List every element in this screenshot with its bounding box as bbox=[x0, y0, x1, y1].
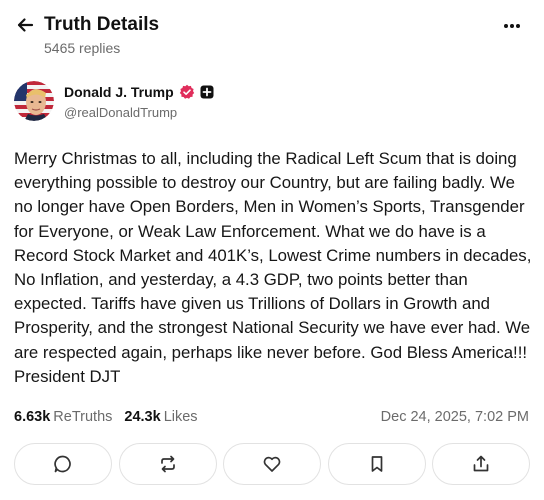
reply-count: 5465 replies bbox=[44, 40, 121, 56]
likes-label[interactable]: Likes bbox=[164, 409, 198, 425]
more-options-button[interactable] bbox=[500, 14, 524, 38]
verified-badge-icon bbox=[179, 84, 194, 99]
author-name-row: Donald J. Trump bbox=[64, 82, 214, 102]
retruth-button[interactable] bbox=[118, 443, 217, 485]
post-timestamp: Dec 24, 2025, 7:02 PM bbox=[380, 409, 529, 425]
avatar[interactable] bbox=[14, 81, 54, 121]
share-button[interactable] bbox=[432, 443, 530, 485]
action-bar bbox=[14, 443, 530, 485]
like-icon bbox=[263, 456, 281, 472]
plus-badge-icon bbox=[200, 85, 214, 99]
retruths-count[interactable]: 6.63k bbox=[14, 409, 50, 425]
retruths-label[interactable]: ReTruths bbox=[53, 409, 112, 425]
post-stats: 6.63k ReTruths 24.3k Likes bbox=[14, 409, 198, 425]
bookmark-button[interactable] bbox=[327, 443, 426, 485]
page-title: Truth Details bbox=[44, 14, 160, 35]
retruth-icon bbox=[160, 455, 175, 473]
reply-button[interactable] bbox=[14, 443, 112, 485]
reply-icon bbox=[54, 455, 71, 473]
like-button[interactable] bbox=[223, 443, 321, 485]
share-icon bbox=[473, 455, 489, 472]
author-handle[interactable]: @realDonaldTrump bbox=[64, 104, 177, 122]
bookmark-icon bbox=[371, 456, 382, 472]
likes-count[interactable]: 24.3k bbox=[124, 409, 160, 425]
page-header: Truth Details 5465 replies bbox=[0, 0, 544, 62]
author-name[interactable]: Donald J. Trump bbox=[64, 84, 174, 100]
post-text: Merry Christmas to all, including the Ra… bbox=[14, 149, 532, 386]
more-horizontal-icon bbox=[504, 24, 520, 28]
back-button[interactable] bbox=[12, 12, 38, 38]
arrow-left-icon bbox=[17, 18, 34, 32]
